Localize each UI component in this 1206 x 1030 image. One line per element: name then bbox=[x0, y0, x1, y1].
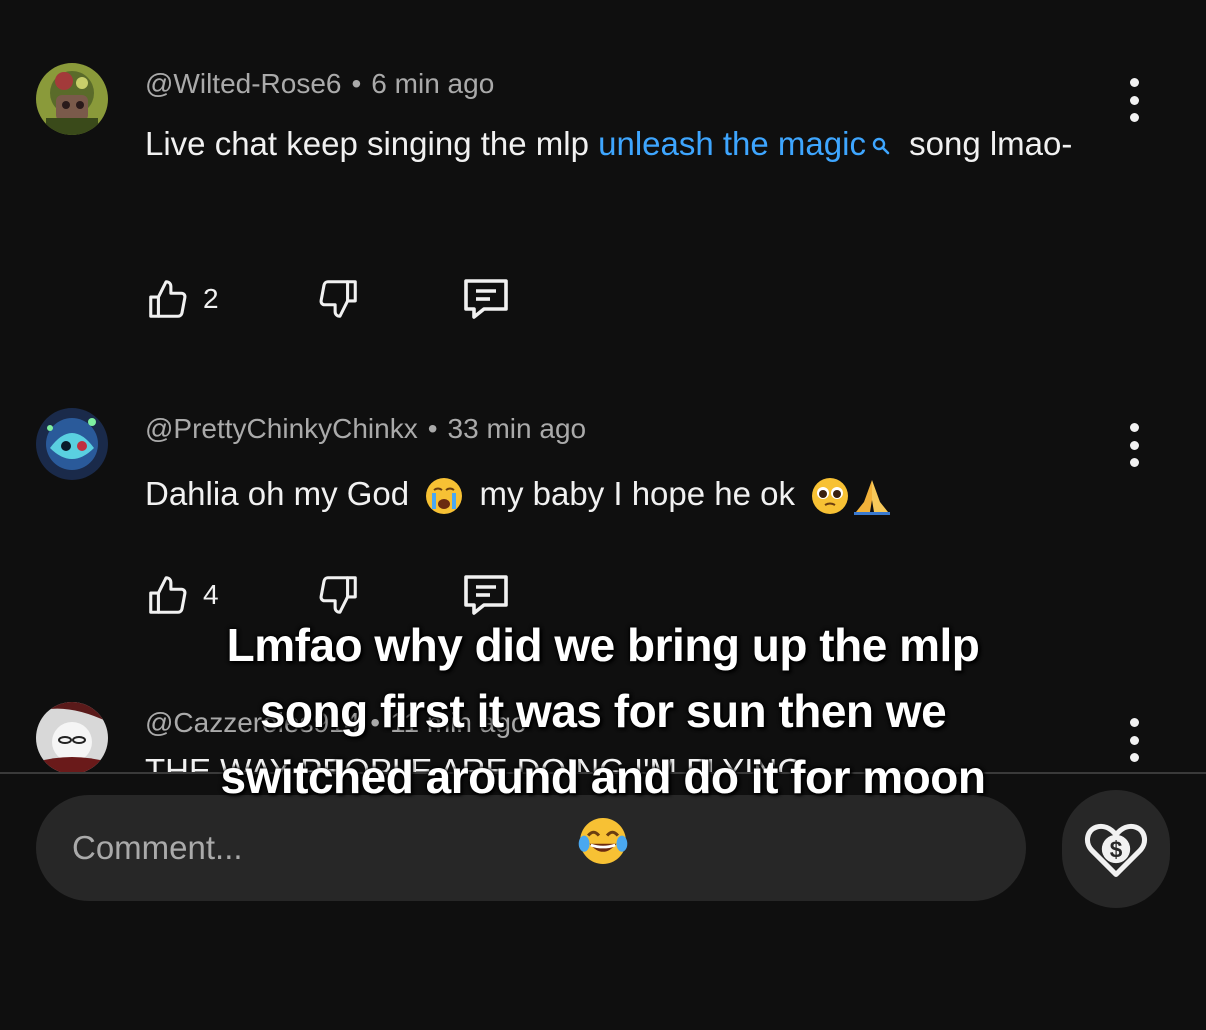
comment-time: 6 min ago bbox=[371, 68, 495, 99]
comment-actions: 2 bbox=[145, 274, 512, 324]
thumbs-up-icon bbox=[149, 576, 187, 614]
comment-meta: @PrettyChinkyChinkx • 33 min ago bbox=[145, 413, 586, 445]
svg-text:$: $ bbox=[1110, 837, 1123, 863]
thumbs-up-icon bbox=[149, 280, 187, 318]
comment-text-part: Live chat keep singing the mlp bbox=[145, 125, 599, 162]
more-vert-icon[interactable] bbox=[1120, 78, 1148, 122]
comment-text: Live chat keep singing the mlp unleash t… bbox=[145, 112, 1075, 176]
comment-text: Dahlia oh my God my baby I hope he ok bbox=[145, 462, 1075, 526]
super-thanks-button[interactable]: $ bbox=[1062, 790, 1170, 908]
comment-author[interactable]: @Wilted-Rose6 bbox=[145, 68, 341, 99]
thumbs-down-icon bbox=[319, 280, 357, 318]
search-icon bbox=[872, 112, 890, 176]
comment-meta: @Wilted-Rose6 • 6 min ago bbox=[145, 68, 494, 100]
more-vert-icon[interactable] bbox=[1120, 423, 1148, 467]
tears-of-joy-emoji bbox=[578, 818, 628, 864]
folded-hands-emoji bbox=[854, 480, 891, 516]
avatar[interactable] bbox=[36, 702, 108, 774]
comment-author[interactable]: @PrettyChinkyChinkx bbox=[145, 413, 418, 444]
separator-dot: • bbox=[351, 68, 362, 99]
comment-text-part: my baby I hope he ok bbox=[479, 475, 796, 512]
reply-button[interactable] bbox=[460, 275, 512, 323]
pleading-face-emoji bbox=[812, 478, 849, 515]
search-link-text[interactable]: unleash the magic bbox=[598, 125, 866, 162]
avatar[interactable] bbox=[36, 408, 108, 480]
separator-dot: • bbox=[427, 413, 438, 444]
reply-icon bbox=[464, 279, 508, 319]
super-thanks-icon: $ bbox=[1084, 823, 1148, 878]
comment-time: 33 min ago bbox=[447, 413, 587, 444]
search-link[interactable]: unleash the magic bbox=[598, 125, 900, 162]
comment-text-part: Dahlia oh my God bbox=[145, 475, 410, 512]
more-vert-icon[interactable] bbox=[1120, 718, 1148, 762]
caption-text: Lmfao why did we bring up the mlp song f… bbox=[220, 619, 986, 803]
comments-panel: @Wilted-Rose6 • 6 min ago Live chat keep s… bbox=[0, 0, 1206, 1030]
avatar[interactable] bbox=[36, 63, 108, 135]
like-button[interactable]: 2 bbox=[145, 276, 315, 322]
crying-face-emoji bbox=[426, 478, 463, 515]
dislike-button[interactable] bbox=[315, 276, 460, 322]
like-count: 2 bbox=[203, 283, 219, 314]
comment-text-part: song lmao- bbox=[899, 125, 1073, 162]
video-caption: Lmfao why did we bring up the mlp song f… bbox=[200, 612, 1006, 868]
like-count: 4 bbox=[203, 579, 219, 610]
